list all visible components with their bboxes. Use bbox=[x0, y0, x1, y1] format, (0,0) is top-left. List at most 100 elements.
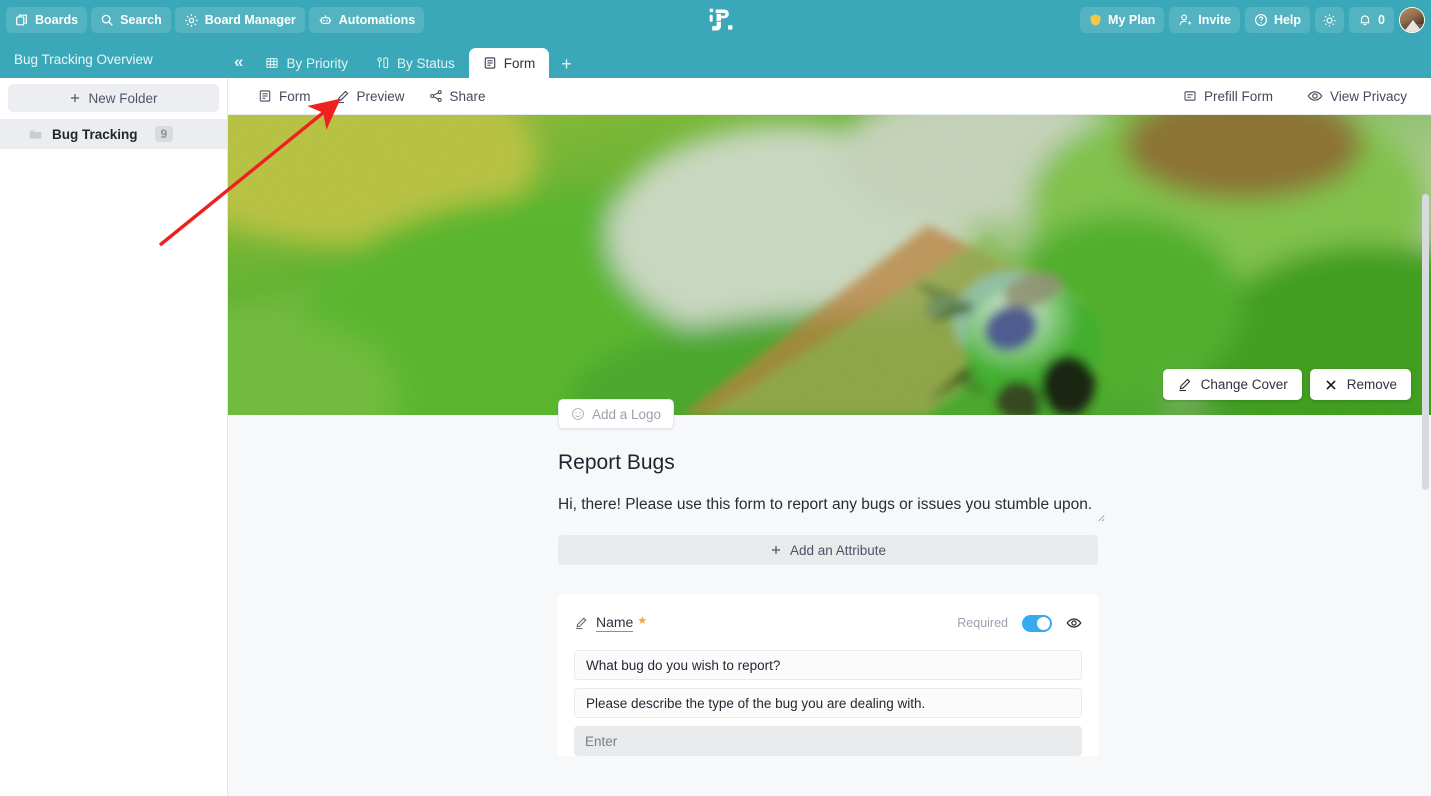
sun-icon bbox=[1322, 13, 1337, 28]
field-question-input[interactable]: What bug do you wish to report? bbox=[574, 650, 1082, 680]
boards-icon bbox=[15, 13, 29, 27]
sidebar-item-label: Bug Tracking bbox=[52, 126, 138, 142]
sidebar: New Folder Bug Tracking 9 bbox=[0, 78, 228, 796]
form-title[interactable]: Report Bugs bbox=[558, 451, 1098, 475]
boards-label: Boards bbox=[35, 13, 79, 27]
add-logo-label: Add a Logo bbox=[592, 406, 662, 422]
notification-count: 0 bbox=[1378, 13, 1385, 27]
field-label-group[interactable]: Name ★ bbox=[574, 614, 647, 632]
search-button[interactable]: Search bbox=[91, 7, 171, 33]
table-icon bbox=[265, 56, 279, 70]
cover-action-buttons: Change Cover Remove bbox=[1162, 369, 1411, 400]
pencil-icon bbox=[335, 89, 350, 104]
share-icon bbox=[429, 89, 443, 103]
automations-button[interactable]: Automations bbox=[308, 7, 425, 33]
form-icon bbox=[258, 89, 272, 103]
preview-label: Preview bbox=[356, 88, 405, 104]
pencil-icon bbox=[1177, 377, 1192, 392]
invite-label: Invite bbox=[1198, 13, 1231, 27]
board-manager-label: Board Manager bbox=[204, 13, 296, 27]
new-folder-button[interactable]: New Folder bbox=[8, 84, 219, 112]
tab-by-status[interactable]: By Status bbox=[362, 48, 469, 78]
form-field-card: Name ★ Required What bug do you wish to … bbox=[558, 594, 1098, 756]
new-folder-label: New Folder bbox=[88, 90, 158, 106]
folder-icon bbox=[28, 127, 43, 142]
resize-grip-icon[interactable] bbox=[1094, 511, 1105, 522]
folder-item-count: 9 bbox=[154, 126, 174, 142]
theme-toggle-button[interactable] bbox=[1315, 7, 1345, 33]
person-add-icon bbox=[1178, 13, 1192, 27]
prefill-form-label: Prefill Form bbox=[1203, 88, 1273, 104]
plus-icon bbox=[770, 544, 782, 556]
field-help-text-input[interactable]: Please describe the type of the bug you … bbox=[574, 688, 1082, 718]
user-avatar[interactable] bbox=[1399, 7, 1425, 33]
view-privacy-label: View Privacy bbox=[1329, 88, 1407, 104]
field-header: Name ★ Required bbox=[574, 612, 1082, 634]
top-right-buttons: My Plan Invite Help 0 bbox=[1080, 7, 1425, 33]
robot-icon bbox=[318, 13, 333, 28]
board-manager-button[interactable]: Board Manager bbox=[174, 7, 305, 33]
my-plan-button[interactable]: My Plan bbox=[1080, 7, 1165, 33]
prefill-form-button[interactable]: Prefill Form bbox=[1171, 82, 1285, 110]
top-left-buttons: Boards Search Board Manager Automations bbox=[6, 7, 425, 33]
form-toolbar: Form Preview Share Prefill Form View Pri… bbox=[228, 78, 1431, 115]
change-cover-button[interactable]: Change Cover bbox=[1162, 369, 1302, 400]
shield-icon bbox=[1089, 13, 1102, 27]
preview-button[interactable]: Preview bbox=[323, 82, 417, 110]
add-view-button[interactable]: + bbox=[549, 55, 584, 78]
required-label: Required bbox=[957, 616, 1008, 630]
eye-icon[interactable] bbox=[1066, 615, 1082, 631]
gear-icon bbox=[184, 13, 199, 28]
remove-cover-button[interactable]: Remove bbox=[1309, 369, 1411, 400]
form-cover: Change Cover Remove bbox=[228, 115, 1431, 415]
eye-icon bbox=[1307, 88, 1323, 104]
bell-icon bbox=[1358, 13, 1372, 27]
tab-form[interactable]: Form bbox=[468, 48, 550, 78]
vertical-scrollbar[interactable] bbox=[1422, 194, 1429, 490]
tab-by-priority-label: By Priority bbox=[286, 55, 348, 71]
search-icon bbox=[100, 13, 114, 27]
form-builder-body: Add a Logo Report Bugs Hi, there! Please… bbox=[228, 399, 1431, 796]
boards-button[interactable]: Boards bbox=[6, 7, 88, 33]
kanban-icon bbox=[376, 56, 390, 70]
view-tab-bar: Bug Tracking Overview « By Priority By S… bbox=[0, 40, 1431, 78]
close-icon bbox=[1324, 378, 1338, 392]
sidebar-item-bug-tracking[interactable]: Bug Tracking 9 bbox=[0, 119, 227, 149]
required-star-icon: ★ bbox=[637, 615, 648, 627]
add-attribute-label: Add an Attribute bbox=[789, 542, 887, 558]
share-label: Share bbox=[449, 88, 486, 104]
tab-form-label: Form bbox=[503, 55, 536, 71]
my-plan-label: My Plan bbox=[1108, 13, 1156, 27]
form-tab-label: Form bbox=[279, 88, 311, 104]
board-title: Bug Tracking Overview bbox=[14, 52, 153, 67]
automations-label: Automations bbox=[338, 13, 416, 27]
prefill-icon bbox=[1183, 89, 1197, 103]
pencil-icon bbox=[574, 616, 588, 630]
form-content: Report Bugs Hi, there! Please use this f… bbox=[558, 415, 1105, 756]
collapse-sidebar-button[interactable]: « bbox=[228, 53, 251, 78]
add-logo-button[interactable]: Add a Logo bbox=[558, 399, 675, 429]
app-logo[interactable] bbox=[705, 5, 736, 35]
share-button[interactable]: Share bbox=[417, 82, 498, 110]
notifications-button[interactable]: 0 bbox=[1349, 7, 1394, 33]
plus-icon bbox=[69, 92, 81, 104]
form-description-wrapper[interactable]: Hi, there! Please use this form to repor… bbox=[558, 491, 1105, 522]
smiley-icon bbox=[571, 407, 585, 421]
required-toggle[interactable] bbox=[1022, 614, 1052, 632]
remove-cover-label: Remove bbox=[1346, 377, 1397, 392]
search-label: Search bbox=[120, 13, 162, 27]
field-answer-input[interactable]: Enter bbox=[574, 726, 1082, 756]
help-label: Help bbox=[1273, 13, 1302, 27]
invite-button[interactable]: Invite bbox=[1169, 7, 1240, 33]
form-description: Hi, there! Please use this form to repor… bbox=[558, 496, 1093, 513]
view-privacy-button[interactable]: View Privacy bbox=[1295, 82, 1419, 110]
field-name-label: Name bbox=[596, 614, 634, 632]
add-attribute-button[interactable]: Add an Attribute bbox=[558, 535, 1098, 565]
change-cover-label: Change Cover bbox=[1200, 377, 1288, 392]
top-navigation-bar: Boards Search Board Manager Automations … bbox=[0, 0, 1431, 40]
help-button[interactable]: Help bbox=[1244, 7, 1311, 33]
tab-by-priority[interactable]: By Priority bbox=[251, 48, 362, 78]
field-controls: Required bbox=[957, 614, 1082, 632]
form-tab-button[interactable]: Form bbox=[246, 82, 323, 110]
form-icon bbox=[483, 56, 497, 70]
